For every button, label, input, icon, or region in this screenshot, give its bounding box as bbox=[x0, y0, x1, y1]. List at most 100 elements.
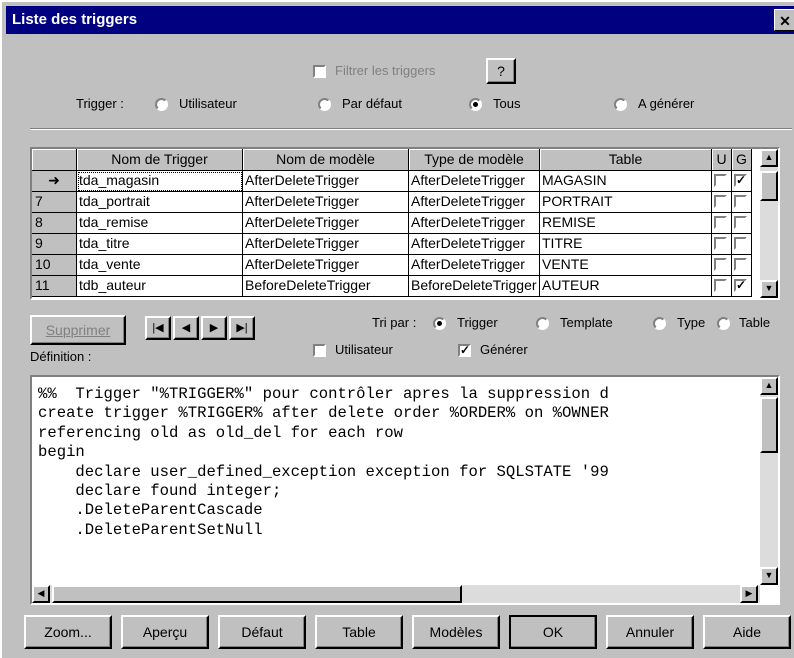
editor-scroll-left-icon[interactable]: ◀ bbox=[32, 585, 50, 603]
close-icon[interactable]: ✕ bbox=[774, 9, 794, 31]
checkbox-g[interactable] bbox=[734, 216, 747, 229]
editor-hscrollbar[interactable]: ◀ ▶ bbox=[32, 585, 760, 603]
checkbox-g[interactable]: ✓ bbox=[734, 174, 747, 187]
cell-table[interactable]: AUTEUR bbox=[540, 276, 712, 297]
trigger-grid[interactable]: Nom de Trigger Nom de modèle Type de mod… bbox=[30, 147, 780, 300]
cell-name[interactable]: tda_remise bbox=[77, 213, 243, 234]
cell-model[interactable]: AfterDeleteTrigger bbox=[243, 234, 409, 255]
nav-last-button[interactable]: ▶| bbox=[229, 316, 255, 340]
table-button[interactable]: Table bbox=[315, 615, 403, 649]
cell-type[interactable]: AfterDeleteTrigger bbox=[409, 234, 540, 255]
radio-scope-tous-label: Tous bbox=[493, 96, 521, 111]
row-header[interactable]: 9 bbox=[32, 234, 77, 255]
cell-type[interactable]: AfterDeleteTrigger bbox=[409, 171, 540, 192]
grid-vscrollbar[interactable]: ▲ ▼ bbox=[760, 149, 778, 298]
editor-hscroll-thumb[interactable] bbox=[52, 585, 462, 603]
radio-sort-type-label: Type bbox=[677, 315, 706, 330]
scroll-thumb[interactable] bbox=[760, 171, 778, 201]
models-button[interactable]: Modèles bbox=[412, 615, 500, 649]
cell-name[interactable]: tda_portrait bbox=[77, 192, 243, 213]
cell-type[interactable]: BeforeDeleteTrigger bbox=[409, 276, 540, 297]
radio-scope-par-defaut[interactable] bbox=[318, 98, 331, 111]
cell-table[interactable]: REMISE bbox=[540, 213, 712, 234]
cell-table[interactable]: VENTE bbox=[540, 255, 712, 276]
checkbox-g[interactable] bbox=[734, 195, 747, 208]
scroll-up-icon[interactable]: ▲ bbox=[760, 149, 778, 167]
checkbox-u[interactable] bbox=[714, 195, 727, 208]
cell-model[interactable]: BeforeDeleteTrigger bbox=[243, 276, 409, 297]
cell-u bbox=[712, 192, 732, 213]
cell-name[interactable]: tda_titre bbox=[77, 234, 243, 255]
checkbox-g[interactable] bbox=[734, 258, 747, 271]
radio-sort-trigger[interactable] bbox=[433, 317, 446, 330]
checkbox-u[interactable] bbox=[714, 174, 727, 187]
cell-type[interactable]: AfterDeleteTrigger bbox=[409, 192, 540, 213]
cell-table[interactable]: MAGASIN bbox=[540, 171, 712, 192]
radio-scope-a-generer[interactable] bbox=[614, 98, 627, 111]
radio-sort-table-label: Table bbox=[739, 315, 771, 330]
cell-name[interactable]: tda_magasin bbox=[77, 171, 243, 192]
row-header[interactable]: 11 bbox=[32, 276, 77, 297]
editor-vscrollbar[interactable]: ▲ ▼ bbox=[760, 377, 778, 585]
definition-code[interactable]: %% Trigger "%TRIGGER%" pour contrôler ap… bbox=[38, 385, 609, 540]
column-header-model[interactable]: Nom de modèle bbox=[243, 149, 409, 171]
cell-model[interactable]: AfterDeleteTrigger bbox=[243, 171, 409, 192]
checkbox-u[interactable] bbox=[714, 279, 727, 292]
help-button[interactable]: ? bbox=[486, 58, 516, 84]
delete-button[interactable]: Supprimer bbox=[30, 315, 126, 345]
user-checkbox[interactable] bbox=[313, 344, 326, 357]
cell-g: ✓ bbox=[732, 171, 752, 192]
nav-prev-button[interactable]: ◀ bbox=[173, 316, 199, 340]
cell-name[interactable]: tdb_auteur bbox=[77, 276, 243, 297]
radio-scope-utilisateur[interactable] bbox=[155, 98, 168, 111]
code-line: begin bbox=[38, 443, 85, 462]
editor-scroll-thumb[interactable] bbox=[760, 397, 778, 453]
row-header[interactable]: 7 bbox=[32, 192, 77, 213]
column-header-u[interactable]: U bbox=[712, 149, 732, 171]
nav-first-button[interactable]: |◀ bbox=[145, 316, 171, 340]
cell-model[interactable]: AfterDeleteTrigger bbox=[243, 213, 409, 234]
zoom-button[interactable]: Zoom... bbox=[24, 615, 112, 649]
column-header-name[interactable]: Nom de Trigger bbox=[77, 149, 243, 171]
code-line: .DeleteParentCascade bbox=[38, 501, 263, 520]
row-header[interactable]: 10 bbox=[32, 255, 77, 276]
checkbox-g[interactable]: ✓ bbox=[734, 279, 747, 292]
preview-button[interactable]: Aperçu bbox=[121, 615, 209, 649]
generate-checkbox[interactable]: ✓ bbox=[458, 344, 471, 357]
scroll-down-icon[interactable]: ▼ bbox=[760, 280, 778, 298]
ok-button[interactable]: OK bbox=[509, 615, 597, 649]
radio-scope-tous[interactable] bbox=[469, 98, 482, 111]
row-header[interactable]: 8 bbox=[32, 213, 77, 234]
code-line: %% Trigger "%TRIGGER%" pour contrôler ap… bbox=[38, 385, 609, 403]
checkbox-u[interactable] bbox=[714, 237, 727, 250]
default-button[interactable]: Défaut bbox=[218, 615, 306, 649]
cell-name[interactable]: tda_vente bbox=[77, 255, 243, 276]
editor-scroll-down-icon[interactable]: ▼ bbox=[760, 567, 778, 585]
column-header-table[interactable]: Table bbox=[540, 149, 712, 171]
cell-type[interactable]: AfterDeleteTrigger bbox=[409, 255, 540, 276]
help-main-button[interactable]: Aide bbox=[703, 615, 791, 649]
cancel-button[interactable]: Annuler bbox=[606, 615, 694, 649]
row-header[interactable]: ➜ bbox=[32, 171, 77, 192]
cell-g bbox=[732, 234, 752, 255]
nav-next-button[interactable]: ▶ bbox=[201, 316, 227, 340]
cell-table[interactable]: PORTRAIT bbox=[540, 192, 712, 213]
column-header-g[interactable]: G bbox=[732, 149, 752, 171]
checkbox-u[interactable] bbox=[714, 258, 727, 271]
cell-table[interactable]: TITRE bbox=[540, 234, 712, 255]
checkbox-u[interactable] bbox=[714, 216, 727, 229]
column-header-type[interactable]: Type de modèle bbox=[409, 149, 540, 171]
cell-model[interactable]: AfterDeleteTrigger bbox=[243, 255, 409, 276]
editor-scroll-right-icon[interactable]: ▶ bbox=[740, 585, 758, 603]
checkbox-g[interactable] bbox=[734, 237, 747, 250]
cell-type[interactable]: AfterDeleteTrigger bbox=[409, 213, 540, 234]
cell-model[interactable]: AfterDeleteTrigger bbox=[243, 192, 409, 213]
window-title: Liste des triggers bbox=[12, 11, 138, 28]
radio-sort-type[interactable] bbox=[653, 317, 666, 330]
separator bbox=[30, 128, 792, 130]
definition-editor[interactable]: %% Trigger "%TRIGGER%" pour contrôler ap… bbox=[30, 375, 780, 605]
editor-scroll-up-icon[interactable]: ▲ bbox=[760, 377, 778, 395]
radio-sort-table[interactable] bbox=[717, 317, 730, 330]
radio-sort-template[interactable] bbox=[536, 317, 549, 330]
filter-checkbox[interactable] bbox=[313, 65, 326, 78]
